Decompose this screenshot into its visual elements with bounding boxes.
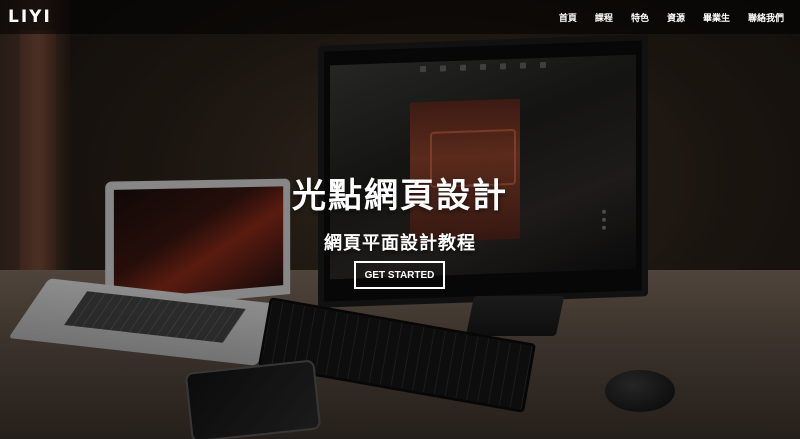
nav-item-graduates[interactable]: 畢業生 xyxy=(703,11,730,24)
hero-text: 光點網頁設計 網頁平面設計教程 xyxy=(0,168,800,255)
brand-logo[interactable]: LIYI xyxy=(8,7,52,27)
nav-item-courses[interactable]: 課程 xyxy=(595,11,613,24)
get-started-button[interactable]: GET STARTED xyxy=(354,261,445,289)
nav-item-resources[interactable]: 資源 xyxy=(667,11,685,24)
hero-subtitle: 網頁平面設計教程 xyxy=(324,233,476,254)
top-navbar: LIYI 首頁 課程 特色 資源 畢業生 聯絡我們 xyxy=(0,0,800,34)
nav-item-home[interactable]: 首頁 xyxy=(559,11,577,24)
nav-item-features[interactable]: 特色 xyxy=(631,11,649,24)
nav-item-contact[interactable]: 聯絡我們 xyxy=(748,11,784,24)
hero-title: 光點網頁設計 xyxy=(292,176,508,216)
nav-menu: 首頁 課程 特色 資源 畢業生 聯絡我們 xyxy=(559,11,784,24)
